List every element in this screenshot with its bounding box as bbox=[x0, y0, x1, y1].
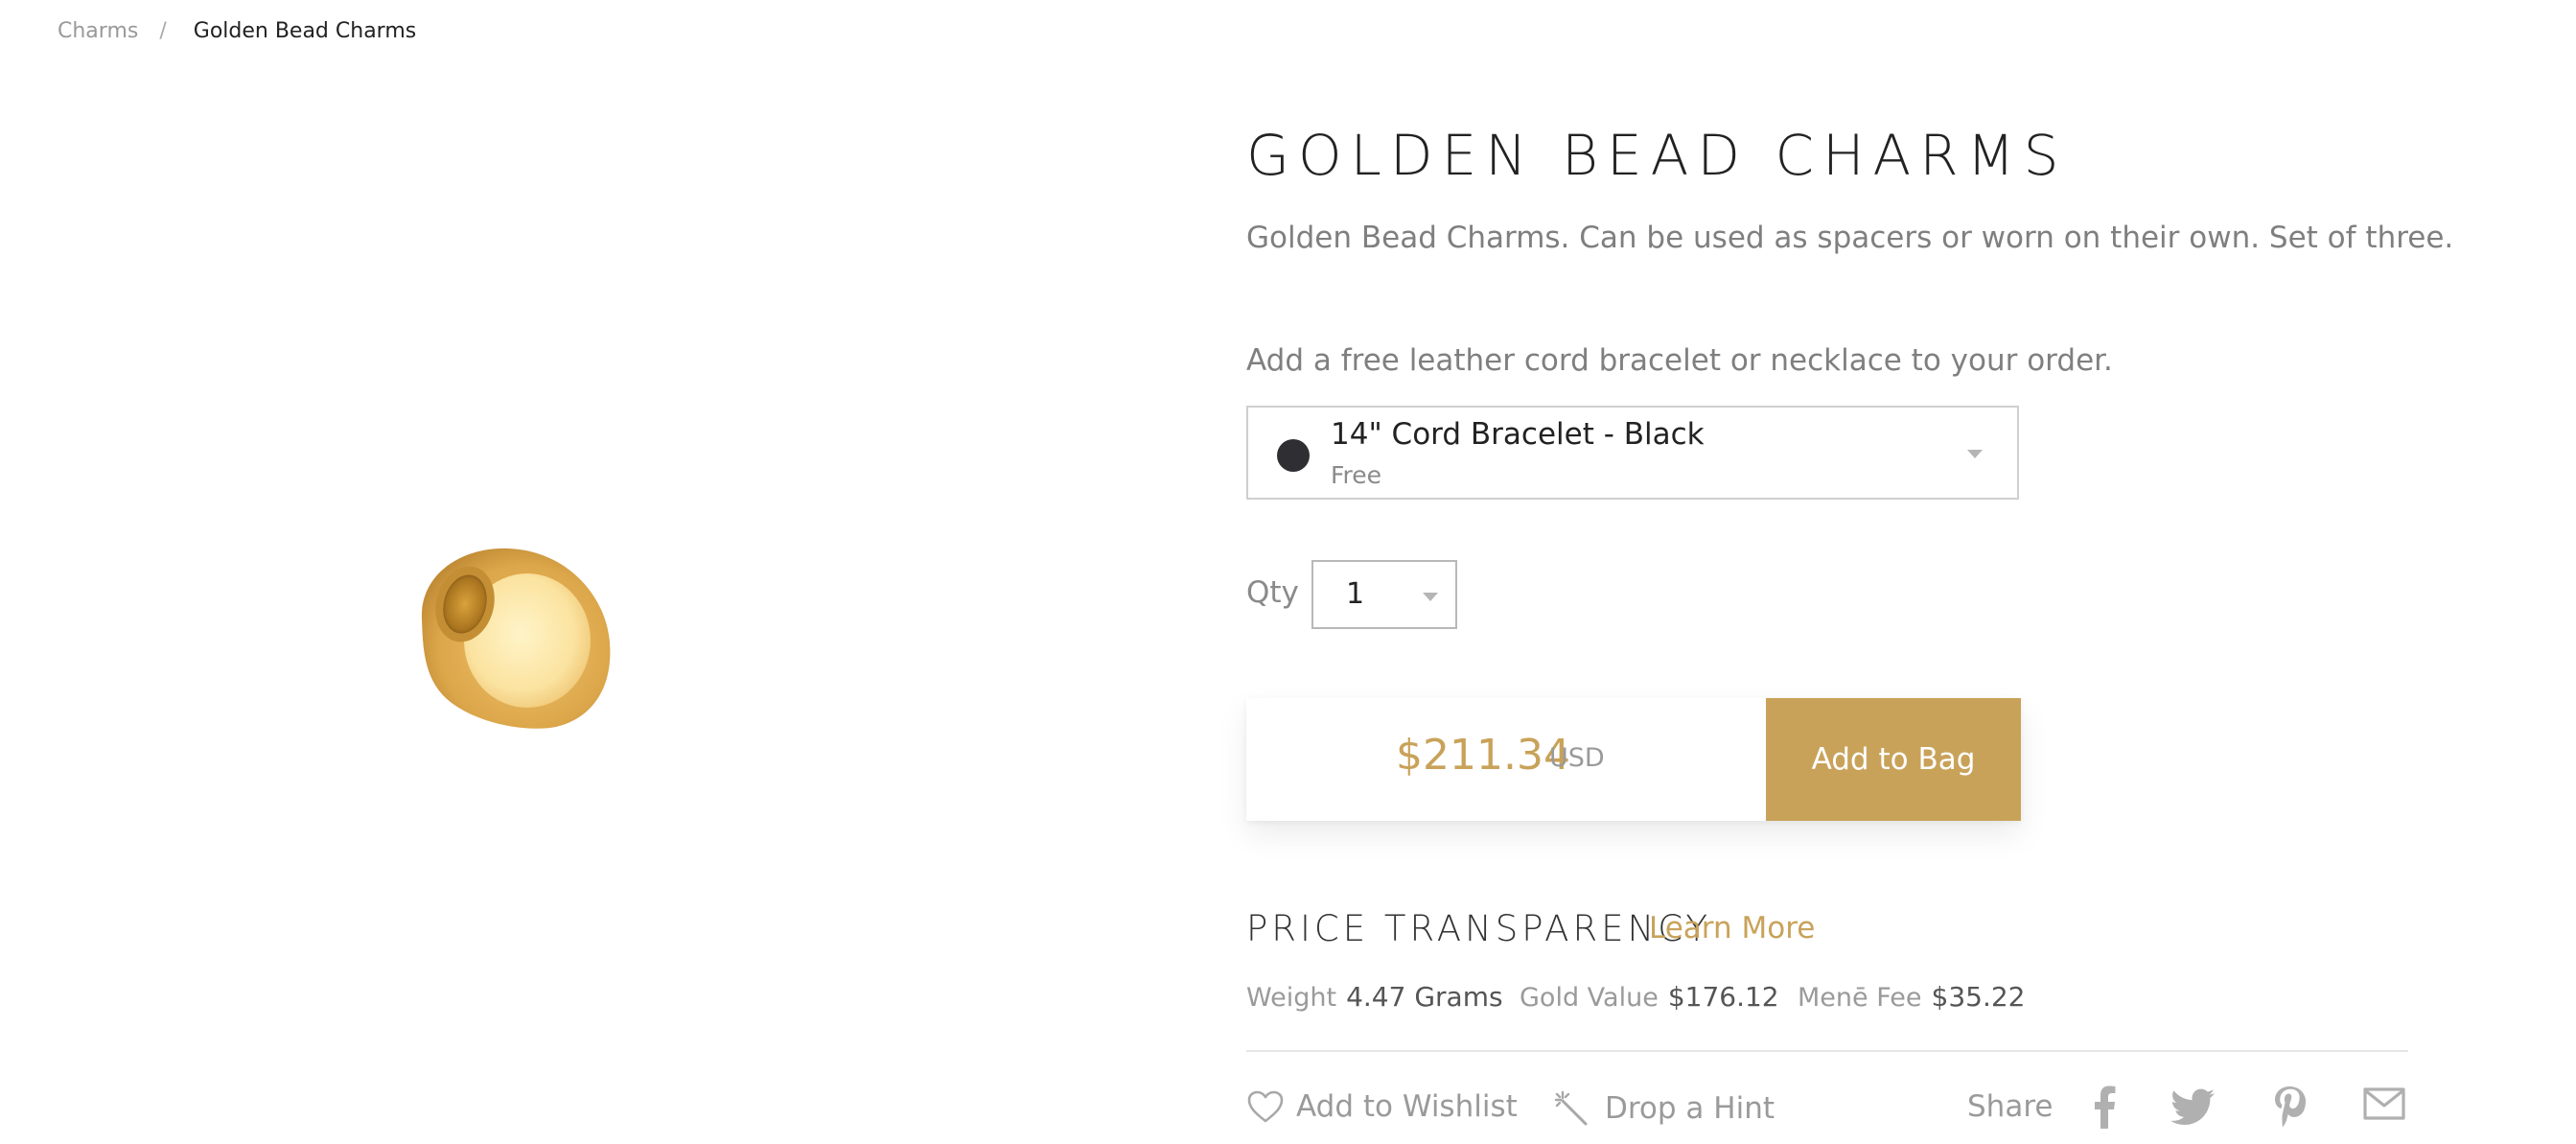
hint-label: Drop a Hint bbox=[1605, 1091, 1775, 1126]
pinterest-icon[interactable] bbox=[2272, 1085, 2307, 1132]
add-to-wishlist-button[interactable]: Add to Wishlist bbox=[1246, 1089, 1518, 1124]
twitter-icon[interactable] bbox=[2170, 1085, 2216, 1132]
cord-option-name: 14" Cord Bracelet - Black bbox=[1331, 417, 1705, 452]
qty-select[interactable]: 1 bbox=[1311, 560, 1457, 629]
heart-icon bbox=[1247, 1090, 1284, 1123]
mene-fee-metric: Menē Fee $35.22 bbox=[1798, 981, 2025, 1013]
addon-prompt: Add a free leather cord bracelet or neck… bbox=[1246, 343, 2113, 378]
weight-value: 4.47 Grams bbox=[1346, 981, 1503, 1013]
product-price: $211.34 bbox=[1396, 731, 1570, 780]
price-transparency-title: PRICE TRANSPARENCY bbox=[1246, 908, 1711, 949]
magic-wand-icon bbox=[1554, 1090, 1588, 1126]
product-description: Golden Bead Charms. Can be used as space… bbox=[1246, 221, 2454, 255]
facebook-icon[interactable] bbox=[2092, 1085, 2117, 1132]
color-swatch bbox=[1277, 439, 1310, 472]
learn-more-link[interactable]: Learn More bbox=[1649, 911, 1815, 946]
gold-value-amount: $176.12 bbox=[1667, 981, 1779, 1013]
product-image bbox=[383, 527, 633, 748]
golden-bead-charm-image bbox=[421, 548, 611, 729]
breadcrumb: Charms / Golden Bead Charms bbox=[58, 19, 416, 43]
wishlist-label: Add to Wishlist bbox=[1296, 1089, 1518, 1124]
divider bbox=[1246, 1050, 2408, 1052]
chevron-down-icon bbox=[1967, 450, 1983, 458]
chevron-down-icon bbox=[1423, 593, 1438, 601]
qty-label: Qty bbox=[1246, 575, 1299, 610]
qty-value: 1 bbox=[1346, 577, 1365, 611]
add-to-bag-button[interactable]: Add to Bag bbox=[1766, 698, 2021, 821]
breadcrumb-current: Golden Bead Charms bbox=[193, 19, 417, 43]
gold-value-metric: Gold Value $176.12 bbox=[1520, 981, 1779, 1013]
email-icon[interactable] bbox=[2362, 1085, 2406, 1127]
share-label: Share bbox=[1967, 1089, 2054, 1124]
price-currency: USD bbox=[1549, 743, 1605, 773]
product-title: GOLDEN BEAD CHARMS bbox=[1246, 123, 2068, 188]
mene-fee-label: Menē Fee bbox=[1798, 983, 1922, 1013]
purchase-box: $211.34 USD Add to Bag bbox=[1246, 698, 2021, 821]
gold-value-label: Gold Value bbox=[1520, 983, 1659, 1013]
weight-metric: Weight 4.47 Grams bbox=[1246, 981, 1503, 1013]
cord-option-select[interactable]: 14" Cord Bracelet - Black Free bbox=[1246, 406, 2019, 500]
breadcrumb-charms-link[interactable]: Charms bbox=[58, 19, 138, 43]
weight-label: Weight bbox=[1246, 983, 1337, 1013]
breadcrumb-separator: / bbox=[159, 19, 167, 43]
mene-fee-amount: $35.22 bbox=[1931, 981, 2026, 1013]
drop-a-hint-button[interactable]: Drop a Hint bbox=[1553, 1089, 1775, 1128]
cord-option-price: Free bbox=[1331, 461, 1382, 489]
